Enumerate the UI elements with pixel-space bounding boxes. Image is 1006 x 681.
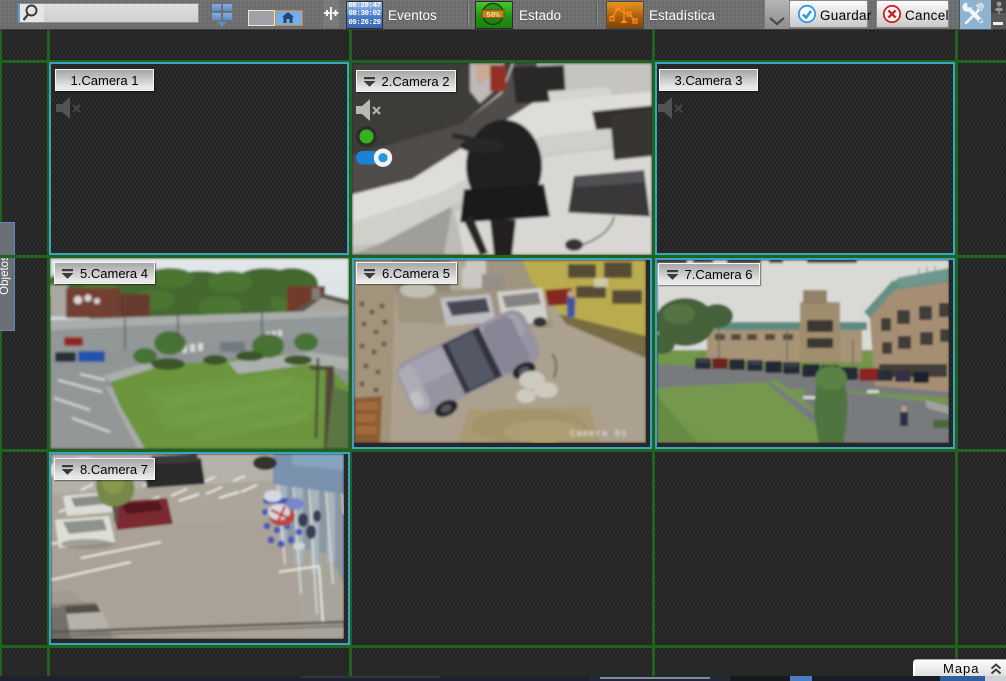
svg-text:Camera 01: Camera 01 — [570, 429, 628, 439]
svg-text:50%: 50% — [486, 12, 500, 20]
